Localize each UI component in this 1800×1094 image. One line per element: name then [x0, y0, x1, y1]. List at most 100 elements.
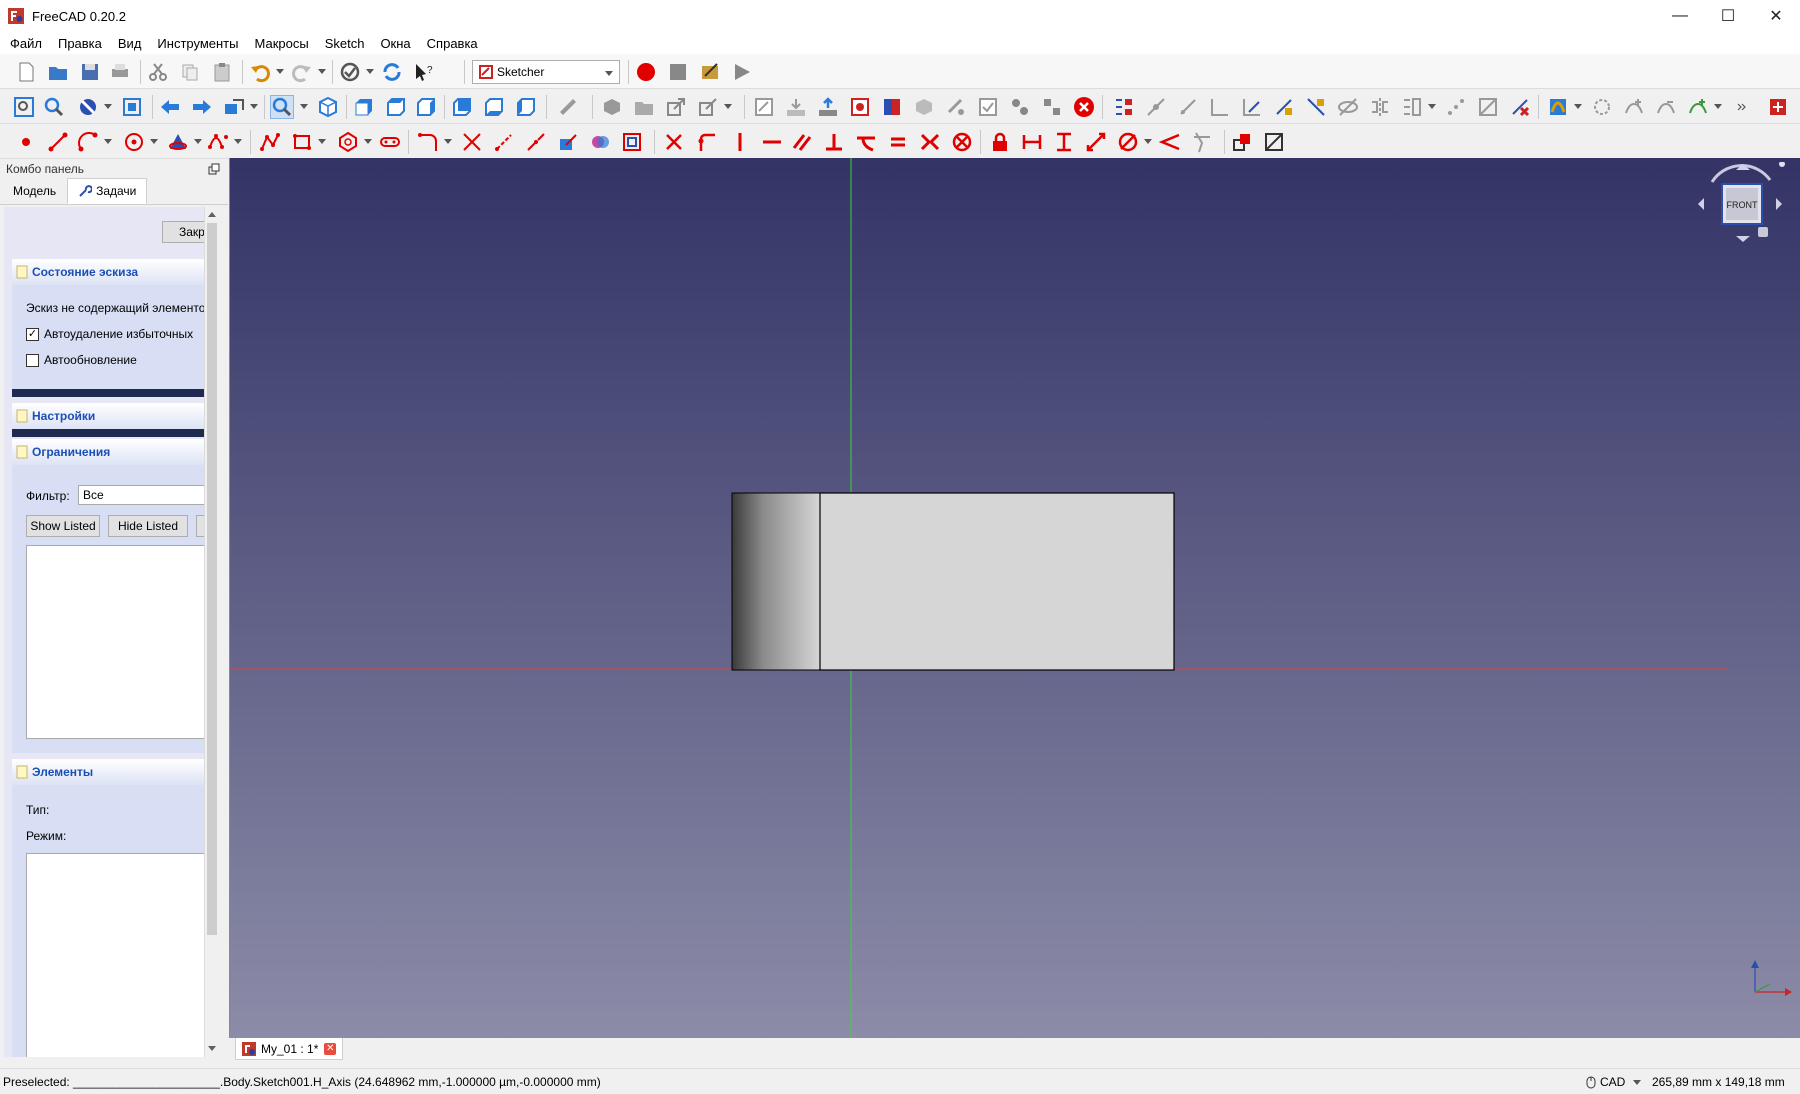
task-panel-scrollbar[interactable]: [204, 207, 218, 1057]
redo-icon[interactable]: [290, 60, 314, 84]
chevron-down-icon[interactable]: [1428, 102, 1436, 110]
select-redundant-icon[interactable]: [1240, 95, 1264, 119]
macro-run-icon[interactable]: [730, 60, 754, 84]
macro-stop-icon[interactable]: [666, 60, 690, 84]
polyline-icon[interactable]: [258, 130, 282, 154]
menu-file[interactable]: Файл: [2, 36, 50, 51]
macro-record-icon[interactable]: [634, 60, 658, 84]
increase-degree-icon[interactable]: [1622, 95, 1646, 119]
draw-style-icon[interactable]: [76, 95, 100, 119]
validate-sketch-icon[interactable]: [976, 95, 1000, 119]
save-icon[interactable]: [78, 60, 102, 84]
auto-update-checkbox[interactable]: Автообновление: [26, 353, 137, 367]
constrain-radius-icon[interactable]: [1116, 130, 1140, 154]
navcube-menu-icon[interactable]: [1758, 227, 1768, 237]
constrain-vertical-distance-icon[interactable]: [1052, 130, 1076, 154]
refresh-check-icon[interactable]: [338, 60, 362, 84]
create-part-icon[interactable]: [600, 95, 624, 119]
constrain-point-on-object-icon[interactable]: [694, 130, 718, 154]
3d-viewport[interactable]: FRONT: [229, 158, 1800, 1038]
print-icon[interactable]: [108, 60, 132, 84]
slot-icon[interactable]: [378, 130, 402, 154]
constrain-horizontal-icon[interactable]: [760, 130, 784, 154]
bounding-box-icon[interactable]: [120, 95, 144, 119]
rotate-down-icon[interactable]: [1736, 236, 1750, 242]
constrain-symmetric-icon[interactable]: [918, 130, 942, 154]
chevron-down-icon[interactable]: [1144, 137, 1152, 145]
select-origin-icon[interactable]: [1144, 95, 1168, 119]
chevron-down-icon[interactable]: [194, 137, 202, 145]
link-navigate-icon[interactable]: [222, 95, 246, 119]
line-icon[interactable]: [46, 130, 70, 154]
rectangular-array-icon[interactable]: [1444, 95, 1468, 119]
polygon-icon[interactable]: [336, 130, 360, 154]
circle-icon[interactable]: [122, 130, 146, 154]
select-constraints-icon[interactable]: [1112, 95, 1136, 119]
bspline-info-icon[interactable]: [1546, 95, 1570, 119]
tab-model[interactable]: Модель: [2, 178, 67, 204]
sketch-state-header[interactable]: Состояние эскиза: [12, 259, 204, 285]
top-view-icon[interactable]: [384, 95, 408, 119]
constrain-perpendicular-icon[interactable]: [822, 130, 846, 154]
constrain-snell-law-icon[interactable]: [1190, 130, 1214, 154]
reorient-sketch-icon[interactable]: [944, 95, 968, 119]
elements-header[interactable]: Элементы: [12, 759, 204, 785]
scrollbar-thumb[interactable]: [207, 223, 217, 935]
std-view-menu-icon[interactable]: [270, 95, 294, 119]
carbon-copy-icon[interactable]: [588, 130, 612, 154]
front-view-icon[interactable]: [352, 95, 376, 119]
undo-icon[interactable]: [248, 60, 272, 84]
recompute-icon[interactable]: [380, 60, 404, 84]
switch-virtual-space-icon[interactable]: [1766, 95, 1790, 119]
hide-listed-button[interactable]: Hide Listed: [108, 515, 188, 537]
navigation-cube[interactable]: FRONT: [1698, 162, 1788, 258]
view-section-icon[interactable]: [880, 95, 904, 119]
conic-icon[interactable]: [166, 130, 190, 154]
select-vertical-axis-icon[interactable]: [1176, 95, 1200, 119]
menu-macros[interactable]: Макросы: [246, 36, 316, 51]
convert-to-bspline-icon[interactable]: [1590, 95, 1614, 119]
right-view-icon[interactable]: [414, 95, 438, 119]
show-hide-geometry-icon[interactable]: [1336, 95, 1360, 119]
knot-multiplicity-icon[interactable]: [1686, 95, 1710, 119]
merge-sketches-icon[interactable]: [1008, 95, 1032, 119]
toggle-active-constraint-icon[interactable]: [1262, 130, 1286, 154]
constraints-header[interactable]: Ограничения: [12, 439, 204, 465]
chevron-down-icon[interactable]: [318, 67, 326, 75]
chevron-down-icon[interactable]: [724, 102, 732, 110]
tab-tasks[interactable]: Задачи: [67, 178, 148, 204]
stop-operation-icon[interactable]: [1072, 95, 1096, 119]
flat-face[interactable]: [819, 492, 1175, 671]
constrain-parallel-icon[interactable]: [790, 130, 814, 154]
scroll-down-icon[interactable]: [207, 1043, 217, 1053]
trim-icon[interactable]: [460, 130, 484, 154]
constrain-block-icon[interactable]: [950, 130, 974, 154]
chevron-down-icon[interactable]: [318, 137, 326, 145]
menu-sketch[interactable]: Sketch: [317, 36, 373, 51]
constrain-angle-icon[interactable]: [1158, 130, 1182, 154]
auto-remove-redundants-checkbox[interactable]: ✓ Автоудаление избыточных: [26, 327, 193, 341]
select-elements-icon[interactable]: [1304, 95, 1328, 119]
rear-view-icon[interactable]: [450, 95, 474, 119]
sketch-edit-icon[interactable]: [784, 95, 808, 119]
menu-tools[interactable]: Инструменты: [149, 36, 246, 51]
rotate-right-icon[interactable]: [1776, 198, 1782, 210]
arc-icon[interactable]: [76, 130, 100, 154]
constrain-distance-icon[interactable]: [1084, 130, 1108, 154]
remove-axes-alignment-icon[interactable]: [1476, 95, 1500, 119]
scroll-up-icon[interactable]: [207, 210, 217, 220]
decrease-degree-icon[interactable]: [1654, 95, 1678, 119]
sketch-canvas[interactable]: [230, 158, 1800, 1038]
clone-icon[interactable]: [1400, 95, 1424, 119]
create-group-icon[interactable]: [632, 95, 656, 119]
copy-icon[interactable]: [178, 60, 202, 84]
view-sketch-icon[interactable]: [848, 95, 872, 119]
split-icon[interactable]: [524, 130, 548, 154]
fit-all-icon[interactable]: [12, 95, 36, 119]
maximize-button[interactable]: ☐: [1704, 0, 1752, 32]
undock-icon[interactable]: [208, 163, 220, 175]
constraints-list[interactable]: [26, 545, 204, 739]
forward-arrow-icon[interactable]: [190, 95, 214, 119]
measure-distance-icon[interactable]: [556, 95, 580, 119]
open-folder-icon[interactable]: [46, 60, 70, 84]
